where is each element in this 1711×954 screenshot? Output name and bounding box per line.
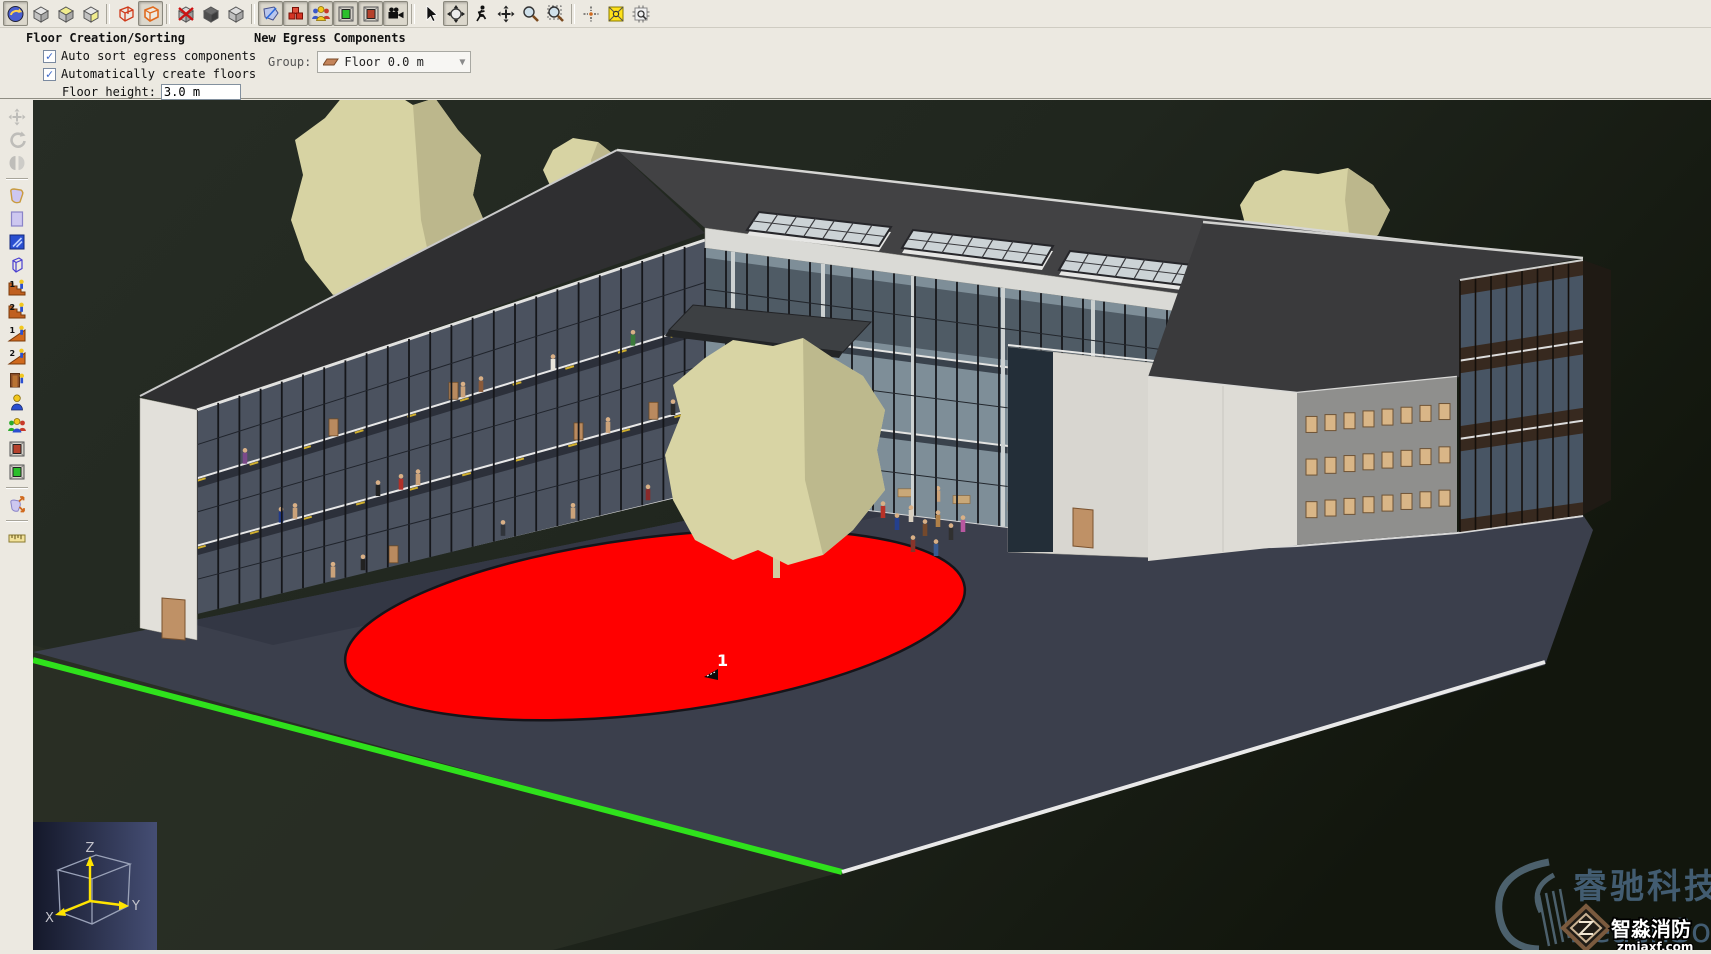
show-dark-button[interactable] <box>198 1 223 26</box>
show-cameras-toggle[interactable] <box>383 1 408 26</box>
badge-url: zmjaxf.com <box>1617 940 1693 950</box>
solid-wireframe-render-button[interactable] <box>138 1 163 26</box>
top-view-button[interactable] <box>53 1 78 26</box>
perspective-view-button[interactable] <box>3 1 28 26</box>
elevator-tool[interactable] <box>4 368 30 391</box>
group-dropdown[interactable]: Floor 0.0 m ▼ <box>317 51 471 73</box>
show-geometry-toggle[interactable] <box>258 1 283 26</box>
add-occupant-tool[interactable] <box>4 391 30 414</box>
svg-text:1: 1 <box>717 651 728 670</box>
axis-z-label: Z <box>86 841 95 856</box>
show-doors-toggle[interactable] <box>358 1 383 26</box>
ramp-one-click-tool[interactable]: 1 <box>4 322 30 345</box>
hide-objects-button[interactable] <box>173 1 198 26</box>
group-value: Floor 0.0 m <box>344 55 423 69</box>
drawing-tools-sidebar: 1 2 1 2 <box>0 100 33 950</box>
svg-text:2: 2 <box>9 303 15 312</box>
show-fds-objects-toggle[interactable] <box>283 1 308 26</box>
toolbar-separator <box>571 4 575 24</box>
stairs-two-point-tool[interactable]: 2 <box>4 299 30 322</box>
toolbar-separator <box>106 4 110 24</box>
zoom-tool-button[interactable] <box>518 1 543 26</box>
wireframe-render-button[interactable] <box>113 1 138 26</box>
toolbar-separator <box>166 4 170 24</box>
group-label: Group: <box>268 55 311 69</box>
chevron-down-icon[interactable]: ▼ <box>459 57 465 68</box>
axis-x-label: X <box>45 911 54 926</box>
floor-slab-icon <box>323 56 339 68</box>
rotate-view-tool <box>4 128 30 151</box>
rectangle-room-tool[interactable] <box>4 207 30 230</box>
left-wing-door <box>162 598 185 640</box>
center-camera-button[interactable] <box>578 1 603 26</box>
orbit-tool-button[interactable] <box>443 1 468 26</box>
3d-viewport[interactable]: 1 Z Y X <box>33 100 1711 950</box>
ruler-tool[interactable] <box>4 526 30 549</box>
auto-sort-checkbox[interactable]: ✓ <box>43 50 56 63</box>
mirror-view-tool <box>4 151 30 174</box>
auto-sort-label: Auto sort egress components <box>61 49 256 63</box>
new-egress-title: New Egress Components <box>254 31 471 45</box>
ramp-two-point-tool[interactable]: 2 <box>4 345 30 368</box>
toolbar-separator <box>251 4 255 24</box>
stair-core-door <box>1073 508 1093 548</box>
select-tool-button[interactable] <box>418 1 443 26</box>
axis-y-label: Y <box>131 899 140 914</box>
floor-height-input[interactable] <box>161 84 241 100</box>
stair-core <box>1008 345 1163 558</box>
move-view-tool <box>4 105 30 128</box>
exit-door-green-tool[interactable] <box>4 460 30 483</box>
isometric-view-button[interactable] <box>28 1 53 26</box>
sidebar-separator <box>6 178 28 180</box>
show-solid-button[interactable] <box>223 1 248 26</box>
floor-creation-title: Floor Creation/Sorting <box>26 31 256 45</box>
zoom-extents-button[interactable] <box>603 1 628 26</box>
main-toolbar <box>0 0 1711 28</box>
side-view-button[interactable] <box>78 1 103 26</box>
auto-create-floors-label: Automatically create floors <box>61 67 256 81</box>
3d-scene-canvas[interactable]: 1 Z Y X <box>33 100 1711 950</box>
exit-door-red-tool[interactable] <box>4 437 30 460</box>
door-tool[interactable] <box>4 230 30 253</box>
right-wing-gray-facade <box>1297 377 1457 545</box>
badge-title: 智淼消防 <box>1611 917 1691 941</box>
measure-region-tool[interactable] <box>4 493 30 516</box>
extrude-room-tool[interactable] <box>4 253 30 276</box>
sidebar-separator <box>6 487 28 489</box>
show-occupants-toggle[interactable] <box>308 1 333 26</box>
zoom-selection-button[interactable] <box>628 1 653 26</box>
watermark-company-zh: 睿驰科技 <box>1573 867 1711 907</box>
walk-tool-button[interactable] <box>468 1 493 26</box>
new-egress-group: New Egress Components Group: Floor 0.0 m… <box>254 31 471 73</box>
right-wing <box>1148 222 1611 561</box>
show-exits-toggle[interactable] <box>333 1 358 26</box>
stairs-one-click-tool[interactable]: 1 <box>4 276 30 299</box>
toolbar-separator <box>411 4 415 24</box>
floor-creation-group: Floor Creation/Sorting ✓ Auto sort egres… <box>26 31 256 100</box>
svg-text:1: 1 <box>9 280 15 289</box>
svg-text:1: 1 <box>9 326 15 335</box>
orientation-cube[interactable]: Z Y X <box>33 822 157 950</box>
floor-height-label: Floor height: <box>62 85 156 99</box>
polygon-room-tool[interactable] <box>4 184 30 207</box>
pan-tool-button[interactable] <box>493 1 518 26</box>
tool-options-panel: Floor Creation/Sorting ✓ Auto sort egres… <box>0 28 1711 99</box>
svg-text:2: 2 <box>9 349 15 358</box>
zoom-region-tool-button[interactable] <box>543 1 568 26</box>
add-occupant-group-tool[interactable] <box>4 414 30 437</box>
sidebar-separator <box>6 520 28 522</box>
auto-create-floors-checkbox[interactable]: ✓ <box>43 68 56 81</box>
